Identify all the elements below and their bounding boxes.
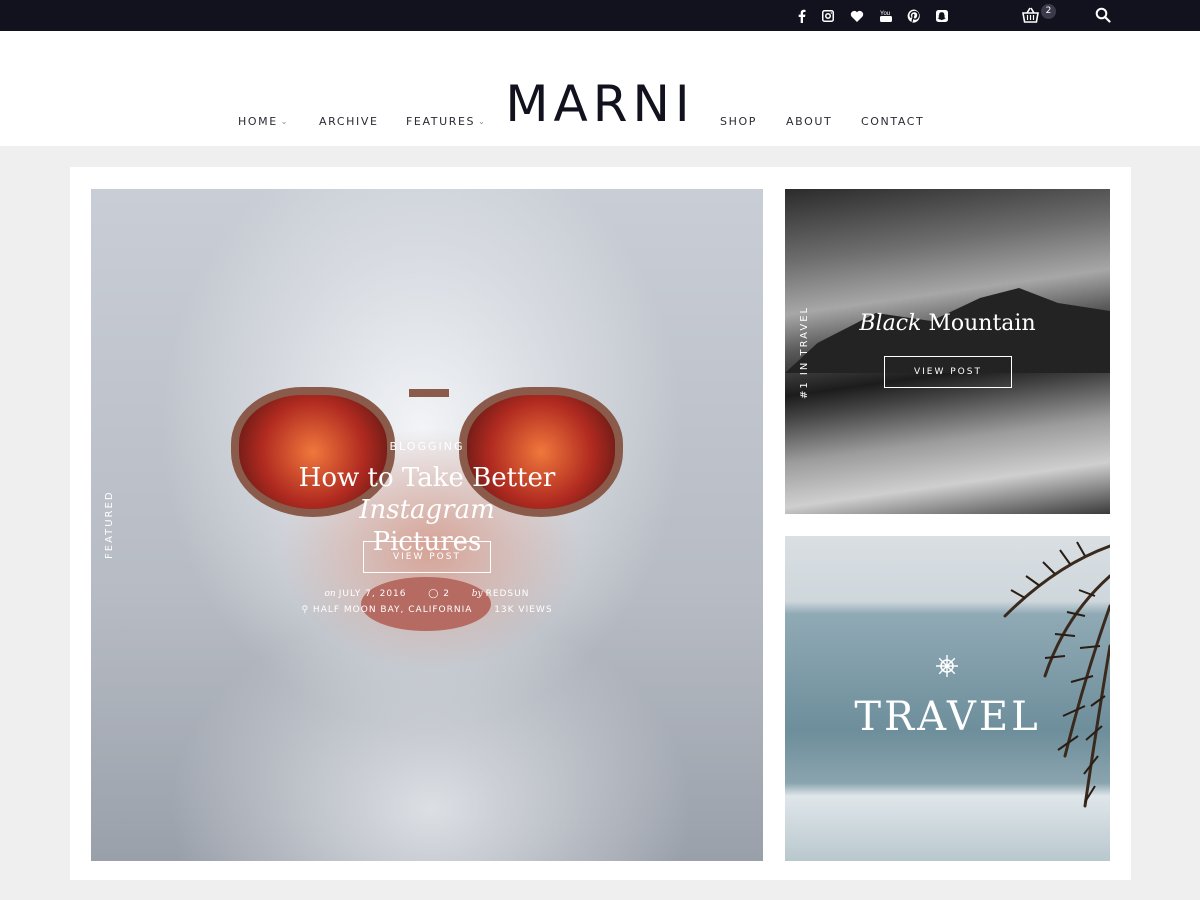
travel-category-tile[interactable]: TRAVEL <box>785 536 1110 861</box>
chevron-down-icon: ⌄ <box>280 117 290 126</box>
nav-about[interactable]: ABOUT <box>786 115 832 128</box>
featured-meta-location: ⚲ HALF MOON BAY, CALIFORNIA 13K VIEWS <box>91 605 763 615</box>
author-prefix: by <box>471 589 483 599</box>
featured-post[interactable]: FEATURED BLOGGING How to Take Better Ins… <box>91 189 763 861</box>
nav-features-label: FEATURES <box>406 115 476 128</box>
featured-image-lips <box>361 577 491 631</box>
search-icon[interactable] <box>1095 7 1113 25</box>
palm-leaves <box>945 536 1110 816</box>
nav-home[interactable]: HOME ⌄ <box>238 115 289 128</box>
mountain-post[interactable]: #1 IN TRAVEL Black Mountain VIEW POST <box>785 189 1110 514</box>
cart-count-badge: 2 <box>1041 4 1056 19</box>
heart-icon[interactable] <box>848 7 866 25</box>
featured-meta: on JULY 7, 2016 ◯ 2 by REDSUN <box>91 589 763 599</box>
instagram-icon[interactable] <box>819 7 837 25</box>
site-logo[interactable]: MARNI <box>500 79 700 129</box>
nav-shop-label: SHOP <box>720 115 757 128</box>
pinterest-icon[interactable] <box>905 7 923 25</box>
mountain-view-post-button[interactable]: VIEW POST <box>884 356 1012 388</box>
comment-count[interactable]: 2 <box>443 589 450 599</box>
date-prefix: on <box>324 589 336 599</box>
featured-category[interactable]: BLOGGING <box>91 440 763 453</box>
nav-about-label: ABOUT <box>786 115 833 128</box>
facebook-icon[interactable] <box>793 7 811 25</box>
nav-features[interactable]: FEATURES ⌄ <box>406 115 486 128</box>
cart-icon[interactable] <box>1021 6 1041 26</box>
travel-title[interactable]: TRAVEL <box>785 694 1110 740</box>
featured-title-part1: How to Take Better <box>298 463 556 493</box>
featured-side-label: FEATURED <box>104 490 115 559</box>
site-header: HOME ⌄ ARCHIVE FEATURES ⌄ MARNI SHOP ABOUT… <box>0 31 1200 146</box>
post-author[interactable]: REDSUN <box>486 589 530 599</box>
mountain-title-rest: Mountain <box>921 311 1036 336</box>
mountain-title[interactable]: Black Mountain <box>785 311 1110 336</box>
ship-wheel-icon <box>935 654 959 678</box>
nav-archive[interactable]: ARCHIVE <box>319 115 379 128</box>
sunglasses-bridge <box>409 389 449 397</box>
location-pin-icon: ⚲ <box>301 605 310 615</box>
nav-home-label: HOME <box>238 115 278 128</box>
comment-icon: ◯ <box>428 589 440 599</box>
featured-title-italic: Instagram <box>359 495 495 525</box>
snapchat-icon[interactable] <box>933 7 951 25</box>
youtube-icon[interactable]: You <box>877 7 895 25</box>
post-views: 13K VIEWS <box>494 605 553 615</box>
nav-contact-label: CONTACT <box>861 115 925 128</box>
nav-shop[interactable]: SHOP <box>720 115 757 128</box>
nav-contact[interactable]: CONTACT <box>861 115 924 128</box>
post-date: JULY 7, 2016 <box>338 589 407 599</box>
chevron-down-icon: ⌄ <box>478 117 487 126</box>
featured-view-post-button[interactable]: VIEW POST <box>363 541 491 573</box>
nav-archive-label: ARCHIVE <box>319 115 379 128</box>
post-location: HALF MOON BAY, CALIFORNIA <box>312 605 473 615</box>
top-bar: You 2 <box>0 0 1200 31</box>
mountain-title-italic: Black <box>859 311 922 336</box>
